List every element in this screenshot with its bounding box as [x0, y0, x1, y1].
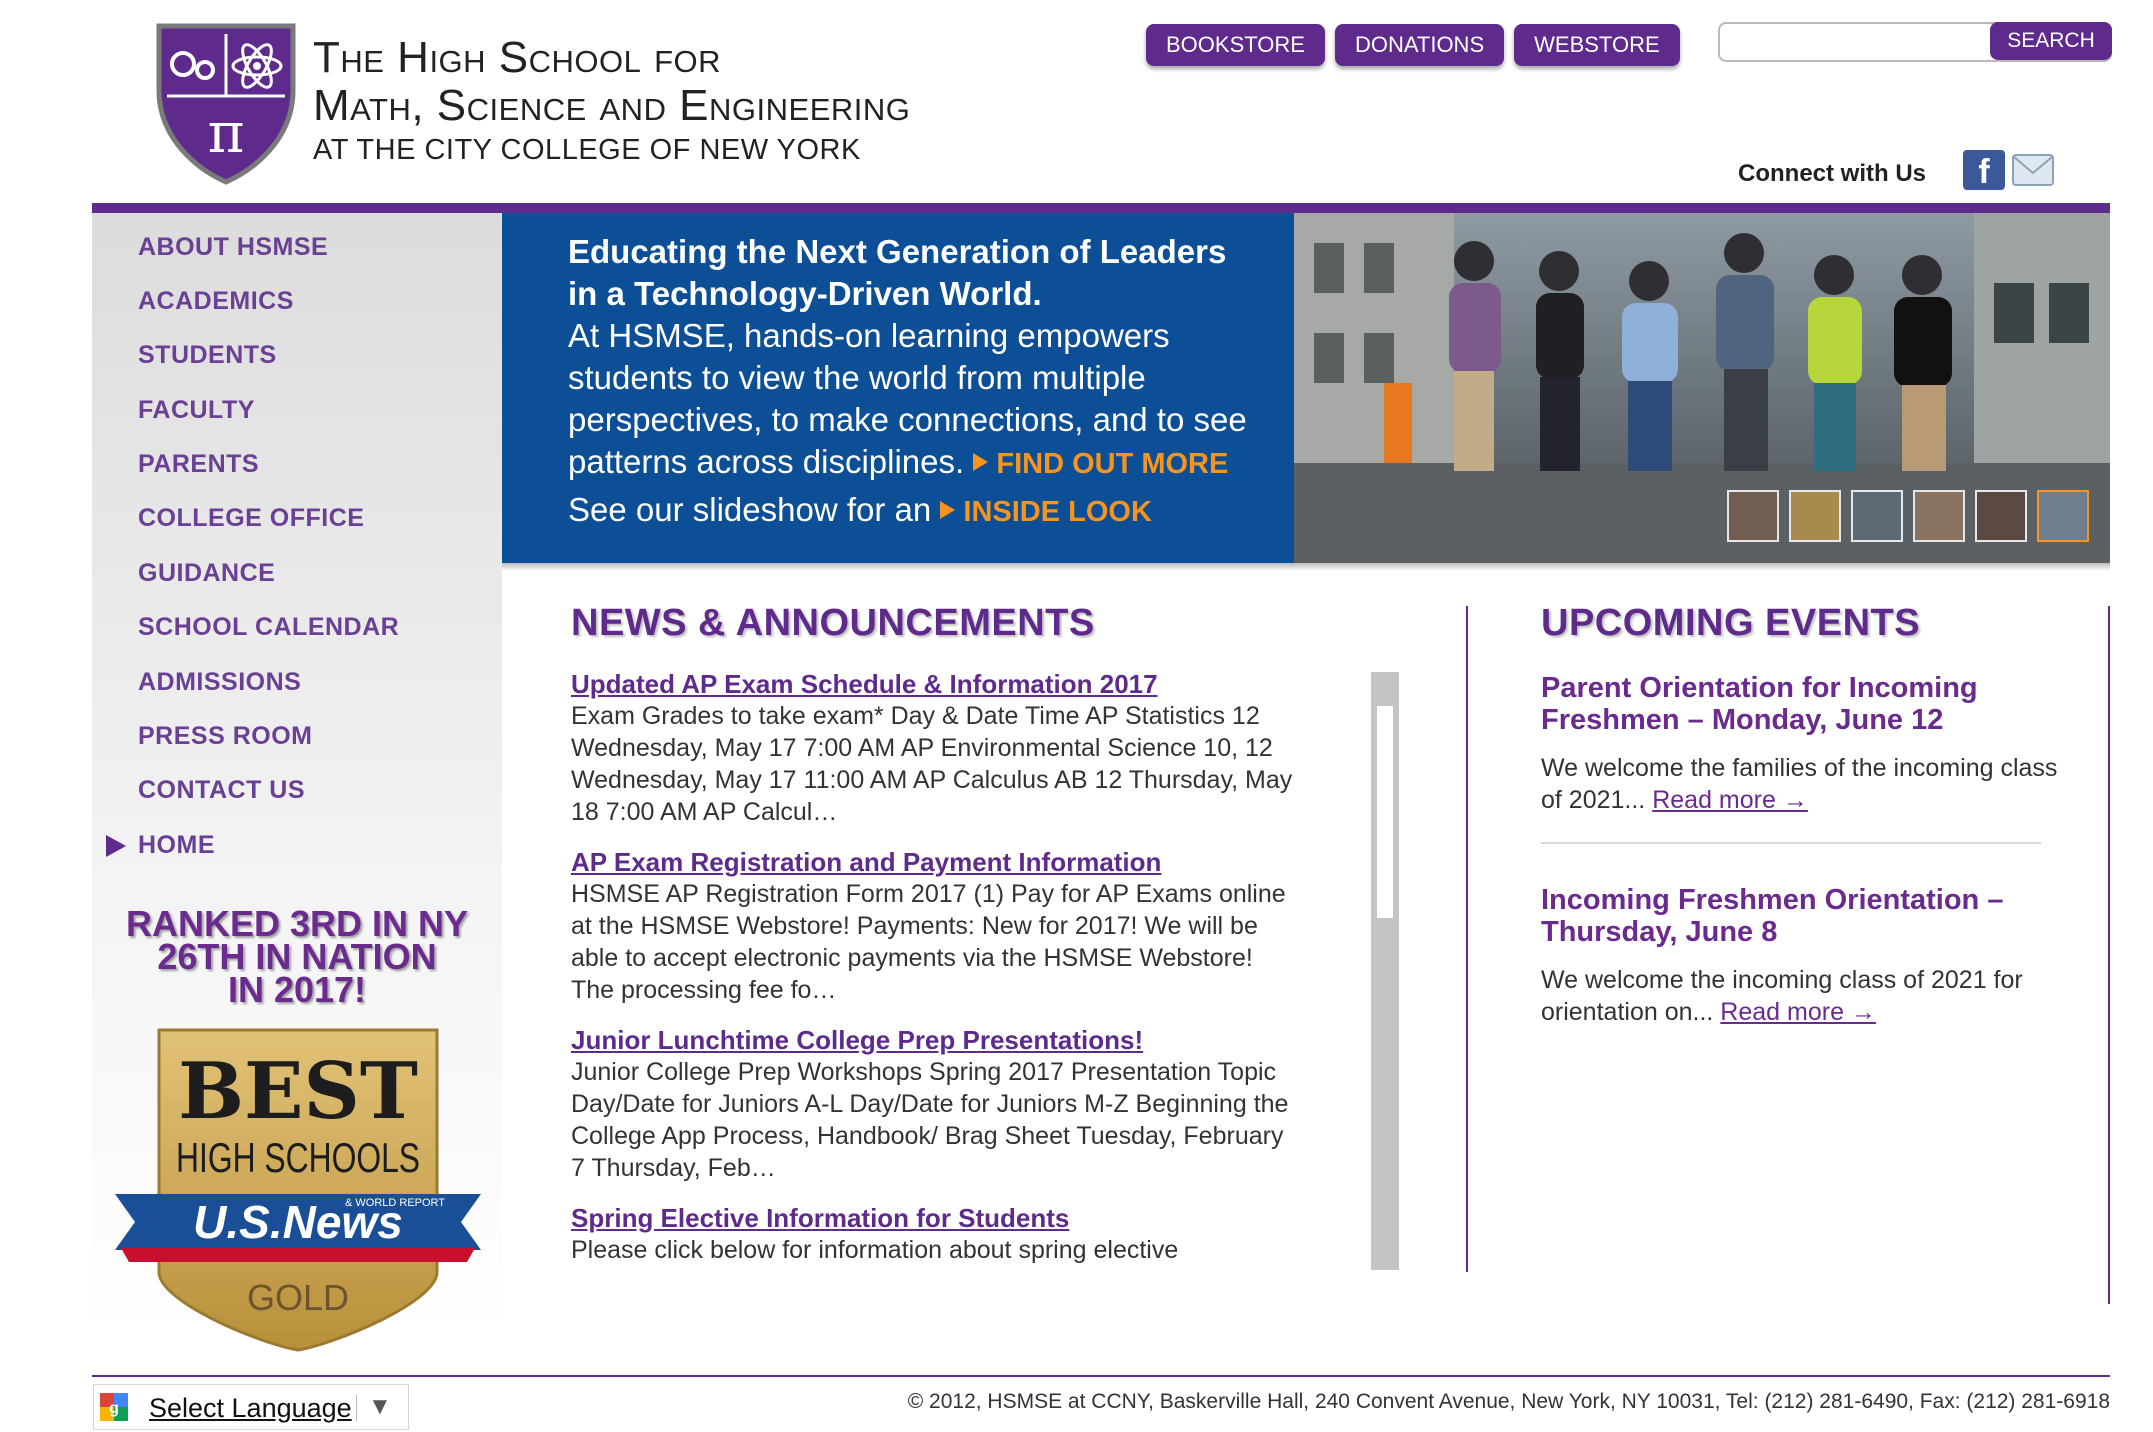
slide-thumbnail-4[interactable]	[1913, 490, 1965, 542]
inside-look-link[interactable]: INSIDE LOOK	[940, 496, 1152, 528]
top-nav-buttons: BOOKSTORE DONATIONS WEBSTORE	[1146, 24, 1680, 66]
read-more-link[interactable]: Read more →	[1720, 998, 1876, 1026]
bookstore-button[interactable]: BOOKSTORE	[1146, 24, 1325, 66]
news-excerpt: Exam Grades to take exam* Day & Date Tim…	[571, 702, 1293, 826]
hero-headline-line2: in a Technology-Driven World.	[568, 275, 1042, 312]
search-box: SEARCH	[1718, 22, 2112, 62]
hero-panel: Educating the Next Generation of Leaders…	[502, 213, 1294, 563]
chevron-down-icon[interactable]: ▼	[368, 1393, 392, 1421]
language-label: Select Language	[149, 1393, 352, 1423]
news-item: Spring Elective Information for Students…	[571, 1202, 1301, 1266]
header-divider	[92, 203, 2110, 213]
hero-body-line2: students to view the world from multiple	[568, 359, 1146, 396]
news-scrollbar[interactable]	[1371, 672, 1399, 1270]
play-arrow-icon	[973, 453, 989, 471]
slideshow-thumbnails	[1727, 490, 2089, 542]
news-title-link[interactable]: Junior Lunchtime College Prep Presentati…	[571, 1024, 1301, 1056]
search-button[interactable]: SEARCH	[1990, 22, 2112, 60]
hero-slideshow-text: See our slideshow for an	[568, 491, 932, 528]
news-item: AP Exam Registration and Payment Informa…	[571, 846, 1301, 1006]
news-title-link[interactable]: AP Exam Registration and Payment Informa…	[571, 846, 1301, 878]
event-excerpt: We welcome the incoming class of 2021 fo…	[1541, 964, 2061, 1028]
sidebar-item-contact-us[interactable]: CONTACT US	[138, 776, 305, 805]
event-excerpt: We welcome the families of the incoming …	[1541, 752, 2061, 816]
sidebar-item-about[interactable]: ABOUT HSMSE	[138, 233, 328, 262]
sidebar-item-parents[interactable]: PARENTS	[138, 450, 259, 479]
pi-symbol: π	[208, 101, 245, 166]
hero-shadow	[502, 563, 2110, 571]
sidebar-item-faculty[interactable]: FACULTY	[138, 396, 255, 425]
badge-brand-sub-text: & WORLD REPORT	[345, 1197, 445, 1209]
hero-headline-line1: Educating the Next Generation of Leaders	[568, 233, 1227, 270]
news-excerpt: Please click below for information about…	[571, 1236, 1179, 1264]
news-excerpt: Junior College Prep Workshops Spring 201…	[571, 1058, 1289, 1182]
slide-thumbnail-1[interactable]	[1727, 490, 1779, 542]
footer-divider	[92, 1375, 2110, 1377]
active-arrow-icon	[106, 835, 126, 857]
column-divider	[1466, 606, 1468, 1272]
badge-best-text: BEST	[178, 1046, 418, 1137]
shield-logo-icon: π	[156, 23, 296, 185]
hero-body-line3: perspectives, to make connections, and t…	[568, 401, 1247, 438]
event-item: Parent Orientation for Incoming Freshmen…	[1541, 672, 2061, 816]
school-logo[interactable]: π The High School for Math, Science and …	[153, 20, 993, 186]
sidebar-item-guidance[interactable]: GUIDANCE	[138, 559, 275, 588]
sidebar-item-school-calendar[interactable]: SCHOOL CALENDAR	[138, 613, 399, 642]
ranking-line3: IN 2017!	[227, 969, 367, 1010]
badge-high-schools-text: HIGH SCHOOLS	[176, 1134, 420, 1181]
news-excerpt: HSMSE AP Registration Form 2017 (1) Pay …	[571, 880, 1286, 1004]
svg-text:g: g	[109, 1400, 119, 1417]
hero-body-line4: patterns across disciplines.	[568, 443, 965, 480]
footer-copyright: © 2012, HSMSE at CCNY, Baskerville Hall,…	[907, 1390, 2110, 1413]
event-item: Incoming Freshmen Orientation – Thursday…	[1541, 884, 2061, 1028]
mail-icon[interactable]	[2012, 152, 2054, 188]
sidebar-item-students[interactable]: STUDENTS	[138, 341, 277, 370]
hero-body-row4: patterns across disciplines. FIND OUT MO…	[568, 441, 1288, 485]
language-selector[interactable]: g Select Language ▼	[93, 1384, 409, 1430]
slide-thumbnail-5[interactable]	[1975, 490, 2027, 542]
scrollbar-thumb[interactable]	[1377, 706, 1393, 918]
news-heading: NEWS & ANNOUNCEMENTS	[571, 602, 1095, 644]
event-title[interactable]: Parent Orientation for Incoming Freshmen…	[1541, 672, 2061, 736]
play-arrow-icon	[940, 501, 956, 519]
badge-tier-text: GOLD	[247, 1277, 349, 1318]
find-out-more-label: FIND OUT MORE	[996, 448, 1229, 480]
slide-thumbnail-2[interactable]	[1789, 490, 1841, 542]
news-list: Updated AP Exam Schedule & Information 2…	[571, 668, 1301, 1268]
event-title[interactable]: Incoming Freshmen Orientation – Thursday…	[1541, 884, 2061, 948]
search-input[interactable]	[1726, 28, 1996, 56]
hero-slideshow-photo[interactable]	[1294, 213, 2110, 563]
language-separator	[356, 1395, 357, 1421]
sidebar-item-academics[interactable]: ACADEMICS	[138, 287, 294, 316]
news-item: Junior Lunchtime College Prep Presentati…	[571, 1024, 1301, 1184]
read-more-link[interactable]: Read more →	[1652, 786, 1808, 814]
connect-label: Connect with Us	[1738, 160, 1927, 187]
logo-title-line1: The High School for	[313, 33, 722, 82]
sidebar-item-college-office[interactable]: COLLEGE OFFICE	[138, 504, 364, 533]
slide-thumbnail-3[interactable]	[1851, 490, 1903, 542]
sidebar-item-admissions[interactable]: ADMISSIONS	[138, 668, 301, 697]
sidebar-item-home[interactable]: HOME	[138, 831, 215, 860]
google-translate-icon: g	[100, 1393, 128, 1421]
right-border	[2108, 606, 2110, 1304]
find-out-more-link[interactable]: FIND OUT MORE	[973, 448, 1228, 480]
webstore-button[interactable]: WEBSTORE	[1514, 24, 1680, 66]
sidebar-item-press-room[interactable]: PRESS ROOM	[138, 722, 312, 751]
logo-title-line2: Math, Science and Engineering	[313, 81, 911, 130]
inside-look-label: INSIDE LOOK	[963, 496, 1152, 528]
best-high-schools-badge-icon[interactable]: BEST HIGH SCHOOLS U.S.News & WORLD REPOR…	[115, 1022, 481, 1352]
news-title-link[interactable]: Spring Elective Information for Students	[571, 1202, 1301, 1234]
news-title-link[interactable]: Updated AP Exam Schedule & Information 2…	[571, 668, 1301, 700]
news-item: Updated AP Exam Schedule & Information 2…	[571, 668, 1301, 828]
event-separator	[1541, 842, 2041, 844]
facebook-icon[interactable]: f	[1963, 150, 2005, 191]
hero-slideshow-row: See our slideshow for an INSIDE LOOK	[568, 489, 1288, 533]
slide-thumbnail-6[interactable]	[2037, 490, 2089, 542]
events-heading: UPCOMING EVENTS	[1541, 602, 1921, 644]
hero-body-line1: At HSMSE, hands-on learning empowers	[568, 317, 1170, 354]
donations-button[interactable]: DONATIONS	[1334, 24, 1505, 66]
logo-subtitle: AT THE CITY COLLEGE OF NEW YORK	[313, 134, 861, 166]
